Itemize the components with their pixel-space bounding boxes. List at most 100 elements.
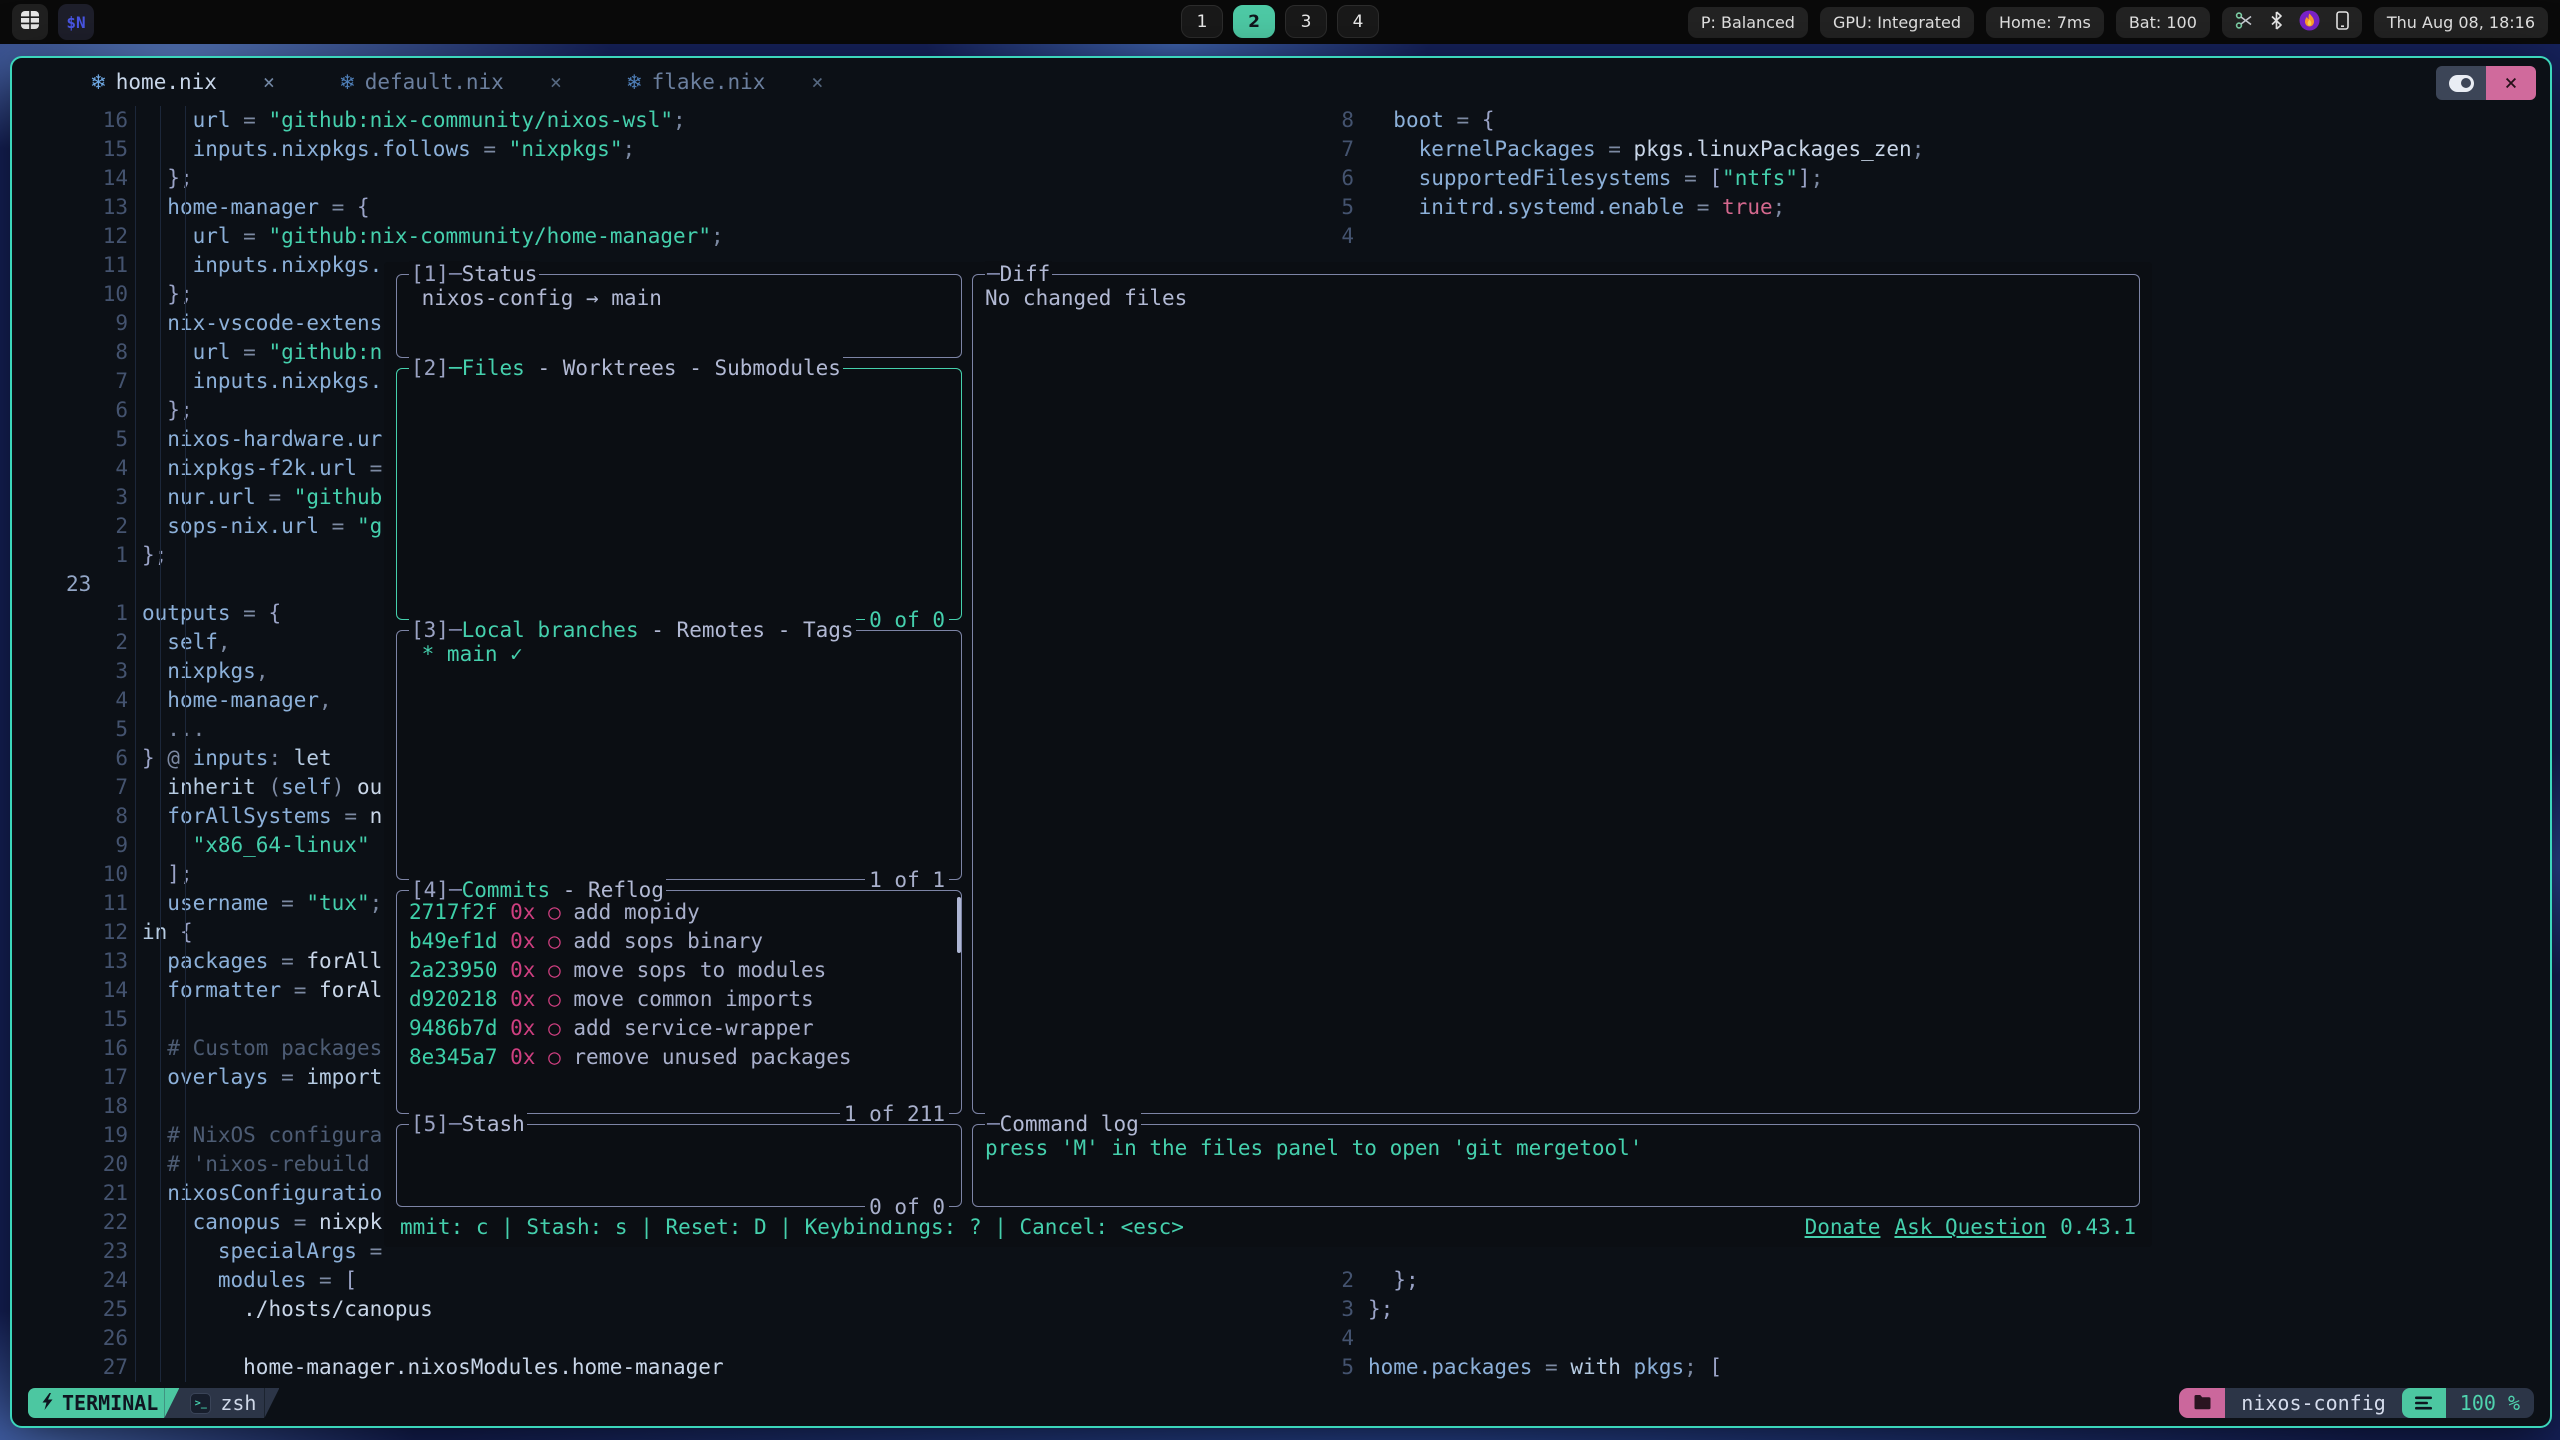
- line-number: 16: [24, 106, 128, 135]
- app-launcher-button[interactable]: [12, 4, 48, 40]
- panel-title: ─Command log: [985, 1111, 1141, 1137]
- line-number: 15: [24, 1005, 128, 1034]
- line-number: 17: [24, 1063, 128, 1092]
- line-number: 6: [24, 744, 128, 773]
- line-number: 9: [24, 831, 128, 860]
- line-number: 18: [24, 1092, 128, 1121]
- line-number: 25: [24, 1295, 128, 1324]
- folder-icon: [2193, 1391, 2212, 1415]
- workspace-switcher: 1234: [1181, 5, 1379, 38]
- commit-row[interactable]: 2a23950 0x ○ move sops to modules: [409, 956, 949, 985]
- terminal-window: ❄home.nix×❄default.nix×❄flake.nix× × 16 …: [10, 56, 2552, 1428]
- lazygit-status-panel[interactable]: nixos-config → main [1]─Status: [396, 274, 962, 358]
- code-line: 3};: [1250, 1295, 2538, 1324]
- lazygit-version: 0.43.1: [2060, 1215, 2136, 1239]
- tab-close-icon[interactable]: ×: [811, 70, 823, 94]
- code-line: 6 supportedFilesystems = ["ntfs"];: [1250, 164, 2538, 193]
- buffer-tab-home.nix[interactable]: ❄home.nix×: [90, 70, 275, 94]
- ask-question-link[interactable]: Ask Question: [1894, 1215, 2046, 1239]
- line-number: 5: [1250, 1353, 1354, 1382]
- status-chip-power-profile[interactable]: P: Balanced: [1688, 7, 1808, 38]
- lazygit-diff-panel[interactable]: No changed files ─Diff: [972, 274, 2140, 1114]
- line-number: 16: [24, 1034, 128, 1063]
- code-line: 13 home-manager = {: [24, 193, 1324, 222]
- clock[interactable]: Thu Aug 08, 18:16: [2374, 7, 2548, 38]
- commit-row[interactable]: 8e345a7 0x ○ remove unused packages: [409, 1043, 949, 1072]
- nix-snowflake-icon: ❄: [339, 70, 356, 94]
- workspace-button-3[interactable]: 3: [1285, 5, 1327, 38]
- indent-guide: [185, 106, 186, 1382]
- line-number: 3: [24, 483, 128, 512]
- status-chip-home-latency[interactable]: Home: 7ms: [1986, 7, 2104, 38]
- scroll-position-chip[interactable]: [2402, 1388, 2446, 1418]
- indent-guide: [135, 106, 136, 1382]
- top-status-bar: $N 1234 P: Balanced GPU: Integrated Home: …: [0, 0, 2560, 44]
- repo-name-chip[interactable]: nixos-config: [2225, 1388, 2402, 1418]
- workspace-button-2[interactable]: 2: [1233, 5, 1275, 38]
- line-number: 22: [24, 1208, 128, 1237]
- buffer-tab-default.nix[interactable]: ❄default.nix×: [339, 70, 562, 94]
- line-number: 3: [24, 657, 128, 686]
- commit-row[interactable]: d920218 0x ○ move common imports: [409, 985, 949, 1014]
- shell-prompt-icon: >_: [190, 1393, 211, 1414]
- line-number: 24: [24, 1266, 128, 1295]
- line-number: 14: [24, 164, 128, 193]
- scissors-icon[interactable]: [2235, 11, 2254, 34]
- commit-row[interactable]: 9486b7d 0x ○ add service-wrapper: [409, 1014, 949, 1043]
- shell-tab-chip[interactable]: >_ zsh: [164, 1388, 264, 1418]
- commits-scrollbar[interactable]: [957, 897, 961, 953]
- line-number: 23: [24, 1237, 128, 1266]
- line-number: 4: [1250, 1324, 1354, 1353]
- terminal-mode-chip[interactable]: TERMINAL: [28, 1388, 164, 1418]
- status-chip-gpu[interactable]: GPU: Integrated: [1820, 7, 1974, 38]
- line-number: 7: [24, 367, 128, 396]
- lazygit-commits-panel[interactable]: 2717f2f 0x ○ add mopidyb49ef1d 0x ○ add …: [396, 890, 962, 1114]
- lazygit-branches-panel[interactable]: * main ✓ [3]─Local branches - Remotes - …: [396, 630, 962, 880]
- terminal-status-bar: TERMINAL >_ zsh nixos-config: [12, 1380, 2550, 1426]
- nix-snowflake-icon: ❄: [626, 70, 643, 94]
- nix-logo-text: $N: [66, 13, 85, 32]
- line-number: 12: [24, 222, 128, 251]
- donate-link[interactable]: Donate: [1805, 1215, 1881, 1239]
- line-number: 27: [24, 1353, 128, 1382]
- code-line: 27 home-manager.nixosModules.home-manage…: [24, 1353, 1324, 1382]
- line-number: 2: [24, 628, 128, 657]
- code-line: 14 };: [24, 164, 1324, 193]
- status-chip-battery[interactable]: Bat: 100: [2116, 7, 2210, 38]
- repo-folder-chip[interactable]: [2179, 1388, 2225, 1418]
- code-line: 4: [1250, 1324, 2538, 1353]
- lazygit-command-log-panel[interactable]: press 'M' in the files panel to open 'gi…: [972, 1124, 2140, 1207]
- workspace-button-1[interactable]: 1: [1181, 5, 1223, 38]
- tab-close-icon[interactable]: ×: [263, 70, 275, 94]
- system-tray: [2222, 7, 2362, 38]
- code-line: 15 inputs.nixpkgs.follows = "nixpkgs";: [24, 135, 1324, 164]
- line-number: 1: [24, 599, 128, 628]
- line-number: 11: [24, 889, 128, 918]
- panel-title: [1]─Status: [409, 261, 539, 287]
- line-number: 4: [24, 454, 128, 483]
- lazygit-popup: nixos-config → main [1]─Status [2]─Files…: [384, 262, 2152, 1247]
- line-number: 19: [24, 1121, 128, 1150]
- code-line: 12 url = "github:nix-community/home-mana…: [24, 222, 1324, 251]
- phone-icon[interactable]: [2336, 11, 2349, 34]
- workspace-button-4[interactable]: 4: [1337, 5, 1379, 38]
- lazygit-files-panel[interactable]: [2]─Files - Worktrees - Submodules0 of 0: [396, 368, 962, 620]
- window-close-button[interactable]: ×: [2486, 66, 2536, 100]
- line-number: 13: [24, 947, 128, 976]
- window-toggle-button[interactable]: [2436, 66, 2486, 100]
- lazygit-stash-panel[interactable]: [5]─Stash0 of 0: [396, 1124, 962, 1207]
- nix-logo-button[interactable]: $N: [58, 4, 94, 40]
- nix-snowflake-icon: ❄: [90, 70, 107, 94]
- line-number: 8: [24, 338, 128, 367]
- branch-row[interactable]: * main ✓: [409, 642, 523, 666]
- flame-icon[interactable]: [2299, 10, 2320, 35]
- commit-row[interactable]: b49ef1d 0x ○ add sops binary: [409, 927, 949, 956]
- code-line: 16 url = "github:nix-community/nixos-wsl…: [24, 106, 1324, 135]
- line-number: 2: [1250, 1266, 1354, 1295]
- line-number: 6: [24, 396, 128, 425]
- code-line: 4: [1250, 222, 2538, 251]
- bluetooth-icon[interactable]: [2270, 11, 2283, 34]
- line-number: 5: [24, 425, 128, 454]
- buffer-tab-flake.nix[interactable]: ❄flake.nix×: [626, 70, 824, 94]
- tab-close-icon[interactable]: ×: [550, 70, 562, 94]
